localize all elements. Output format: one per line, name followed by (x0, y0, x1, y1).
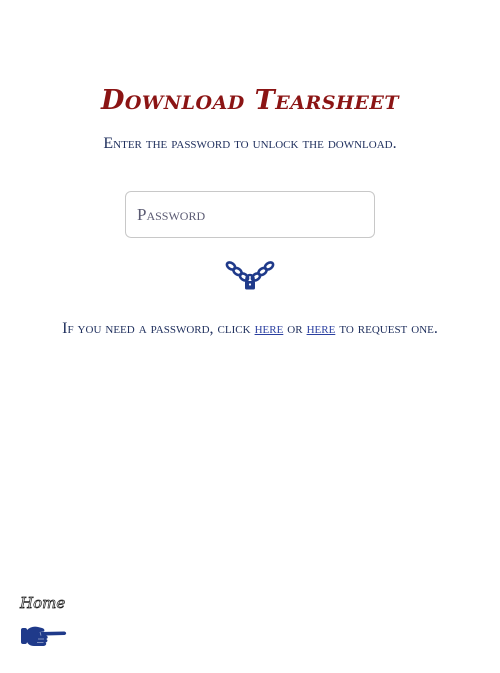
chain-padlock-icon[interactable] (225, 259, 275, 291)
pointing-hand-icon[interactable] (20, 620, 68, 650)
home-label[interactable]: Home (20, 590, 68, 616)
request-suffix: to request one. (335, 320, 438, 337)
request-middle: or (283, 320, 307, 337)
password-input[interactable] (125, 191, 375, 238)
request-password-text: If you need a password, click here or he… (0, 319, 500, 339)
request-link-1[interactable]: here (255, 320, 284, 337)
request-link-2[interactable]: here (307, 320, 336, 337)
page-title: Download Tearsheet (100, 85, 400, 116)
request-prefix: If you need a password, click (62, 320, 255, 337)
instruction-text: Enter the password to unlock the downloa… (103, 135, 397, 152)
